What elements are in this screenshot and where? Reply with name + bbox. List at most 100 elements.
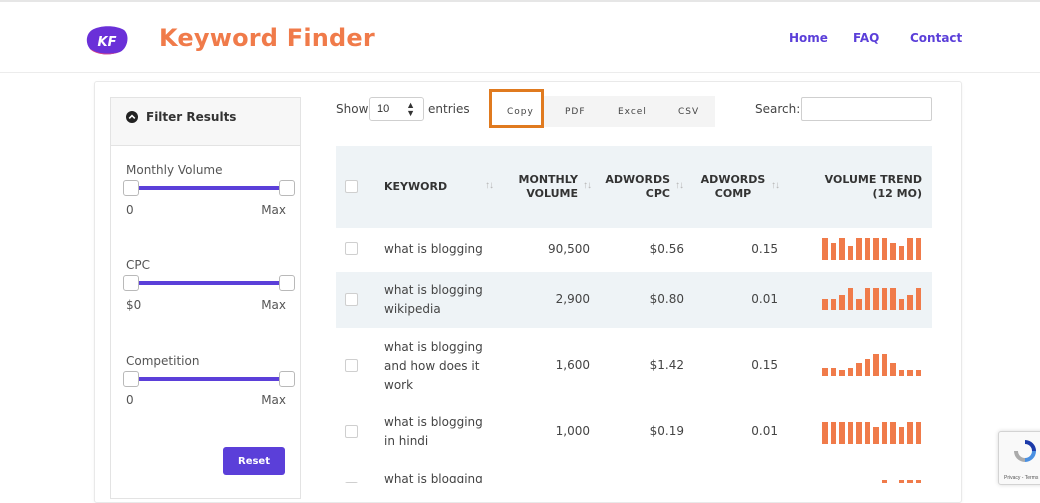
volume-trend-sparkline bbox=[822, 286, 922, 310]
row-checkbox[interactable] bbox=[345, 293, 358, 306]
cell-keyword: what is blogging wikipedia bbox=[384, 283, 483, 316]
logo-icon[interactable]: KF bbox=[86, 26, 128, 55]
trend-bar bbox=[915, 238, 921, 260]
recaptcha-text: Privacy - Terms bbox=[1004, 475, 1039, 481]
trend-bar bbox=[907, 370, 913, 376]
cpc-min-value: $0 bbox=[126, 298, 142, 312]
monthly-volume-label: Monthly Volume bbox=[126, 163, 223, 177]
monthly-volume-track[interactable] bbox=[131, 186, 287, 190]
trend-bar bbox=[839, 422, 845, 444]
col-adwords-cpc[interactable]: ADWORDS CPC bbox=[604, 173, 670, 201]
sort-icon[interactable]: ↑↓ bbox=[583, 180, 592, 191]
copy-button-label: Copy bbox=[507, 107, 534, 117]
select-all-checkbox[interactable] bbox=[345, 180, 358, 193]
cpc-min-handle[interactable] bbox=[123, 275, 139, 291]
trend-bar bbox=[890, 422, 896, 444]
trend-bar bbox=[822, 422, 828, 444]
col-adwords-comp[interactable]: ADWORDS COMP bbox=[700, 173, 766, 201]
trend-bar bbox=[847, 368, 853, 376]
table-row[interactable]: what is blogging 90,500 $0.56 0.15 bbox=[336, 228, 932, 273]
col-monthly-volume[interactable]: MONTHLY VOLUME bbox=[506, 173, 578, 201]
cell-cpc: $0.19 bbox=[649, 424, 684, 438]
monthly-volume-min-handle[interactable] bbox=[123, 180, 139, 196]
cpc-max-handle[interactable] bbox=[279, 275, 295, 291]
filter-title: Filter Results bbox=[146, 110, 237, 124]
cell-cpc: $0.80 bbox=[649, 292, 684, 306]
search-label: Search: bbox=[755, 102, 801, 116]
nav-contact[interactable]: Contact bbox=[910, 31, 962, 45]
competition-track[interactable] bbox=[131, 377, 287, 381]
competition-max-value: Max bbox=[261, 393, 286, 407]
trend-bar bbox=[864, 238, 870, 260]
brand-title[interactable]: Keyword Finder bbox=[159, 24, 375, 52]
trend-bar bbox=[907, 422, 913, 444]
competition-min-value: 0 bbox=[126, 393, 134, 407]
entries-select[interactable]: 10 ▲ ▼ bbox=[369, 97, 424, 121]
cell-keyword: what is blogging in hindi bbox=[384, 415, 483, 448]
trend-bar bbox=[847, 246, 853, 260]
logo-text: KF bbox=[98, 35, 117, 50]
trend-bar bbox=[915, 422, 921, 444]
trend-bar bbox=[864, 288, 870, 310]
table-row[interactable]: what is blogging and how does it work 1,… bbox=[336, 328, 932, 404]
cell-cpc: $1.42 bbox=[649, 358, 684, 372]
sort-icon[interactable]: ↑↓ bbox=[771, 180, 780, 191]
excel-button[interactable]: Excel bbox=[618, 107, 647, 117]
reset-button[interactable]: Reset bbox=[223, 447, 285, 475]
entries-label: entries bbox=[428, 102, 470, 116]
row-checkbox[interactable] bbox=[345, 359, 358, 372]
row-checkbox[interactable] bbox=[345, 242, 358, 255]
sort-updown-icon: ▲ ▼ bbox=[406, 100, 415, 118]
row-checkbox[interactable] bbox=[345, 425, 358, 438]
trend-bar bbox=[907, 238, 913, 260]
cell-cpc: $0.56 bbox=[649, 242, 684, 256]
entries-select-value: 10 bbox=[377, 103, 390, 115]
cell-comp: 0.01 bbox=[751, 424, 778, 438]
filter-panel: Filter Results Monthly Volume 0 Max CPC … bbox=[110, 97, 301, 499]
trend-bar bbox=[890, 288, 896, 310]
col-volume-trend[interactable]: VOLUME TREND (12 MO) bbox=[806, 173, 922, 201]
cell-comp: 0.15 bbox=[751, 242, 778, 256]
table-row[interactable]: what is blogging bbox=[336, 460, 932, 483]
cpc-track[interactable] bbox=[131, 281, 287, 285]
trend-bar bbox=[881, 354, 887, 376]
trend-bar bbox=[890, 363, 896, 376]
nav-faq[interactable]: FAQ bbox=[853, 31, 879, 45]
cpc-label: CPC bbox=[126, 258, 150, 272]
trend-bar bbox=[839, 295, 845, 310]
pdf-button[interactable]: PDF bbox=[565, 107, 586, 117]
trend-bar bbox=[847, 422, 853, 444]
nav-home[interactable]: Home bbox=[789, 31, 828, 45]
recaptcha-badge[interactable]: Privacy - Terms bbox=[998, 431, 1040, 485]
table-row[interactable]: what is blogging in hindi 1,000 $0.19 0.… bbox=[336, 403, 932, 461]
volume-trend-sparkline bbox=[822, 460, 922, 483]
monthly-volume-max-value: Max bbox=[261, 203, 286, 217]
trend-bar bbox=[873, 354, 879, 376]
cell-comp: 0.01 bbox=[751, 292, 778, 306]
monthly-volume-max-handle[interactable] bbox=[279, 180, 295, 196]
cell-volume: 1,000 bbox=[555, 424, 590, 438]
trend-bar bbox=[881, 238, 887, 260]
cell-volume: 90,500 bbox=[548, 242, 590, 256]
col-keyword[interactable]: KEYWORD bbox=[384, 180, 447, 194]
sort-icon[interactable]: ↑↓ bbox=[675, 180, 684, 191]
search-input[interactable] bbox=[801, 97, 932, 121]
table-row[interactable]: what is blogging wikipedia 2,900 $0.80 0… bbox=[336, 272, 932, 329]
csv-button[interactable]: CSV bbox=[678, 107, 699, 117]
trend-bar bbox=[890, 243, 896, 260]
trend-bar bbox=[898, 299, 904, 310]
trend-bar bbox=[898, 427, 904, 444]
copy-button[interactable]: Copy bbox=[489, 89, 544, 128]
monthly-volume-min-value: 0 bbox=[126, 203, 134, 217]
trend-bar bbox=[881, 422, 887, 444]
competition-min-handle[interactable] bbox=[123, 371, 139, 387]
cell-comp: 0.15 bbox=[751, 358, 778, 372]
trend-bar bbox=[822, 368, 828, 376]
site-header: KF Keyword Finder Home FAQ Contact bbox=[0, 2, 1040, 73]
trend-bar bbox=[898, 370, 904, 376]
trend-bar bbox=[856, 363, 862, 376]
chevron-up-circle-icon[interactable] bbox=[126, 111, 138, 123]
sort-icon[interactable]: ↑↓ bbox=[485, 180, 494, 191]
trend-bar bbox=[830, 368, 836, 376]
competition-max-handle[interactable] bbox=[279, 371, 295, 387]
